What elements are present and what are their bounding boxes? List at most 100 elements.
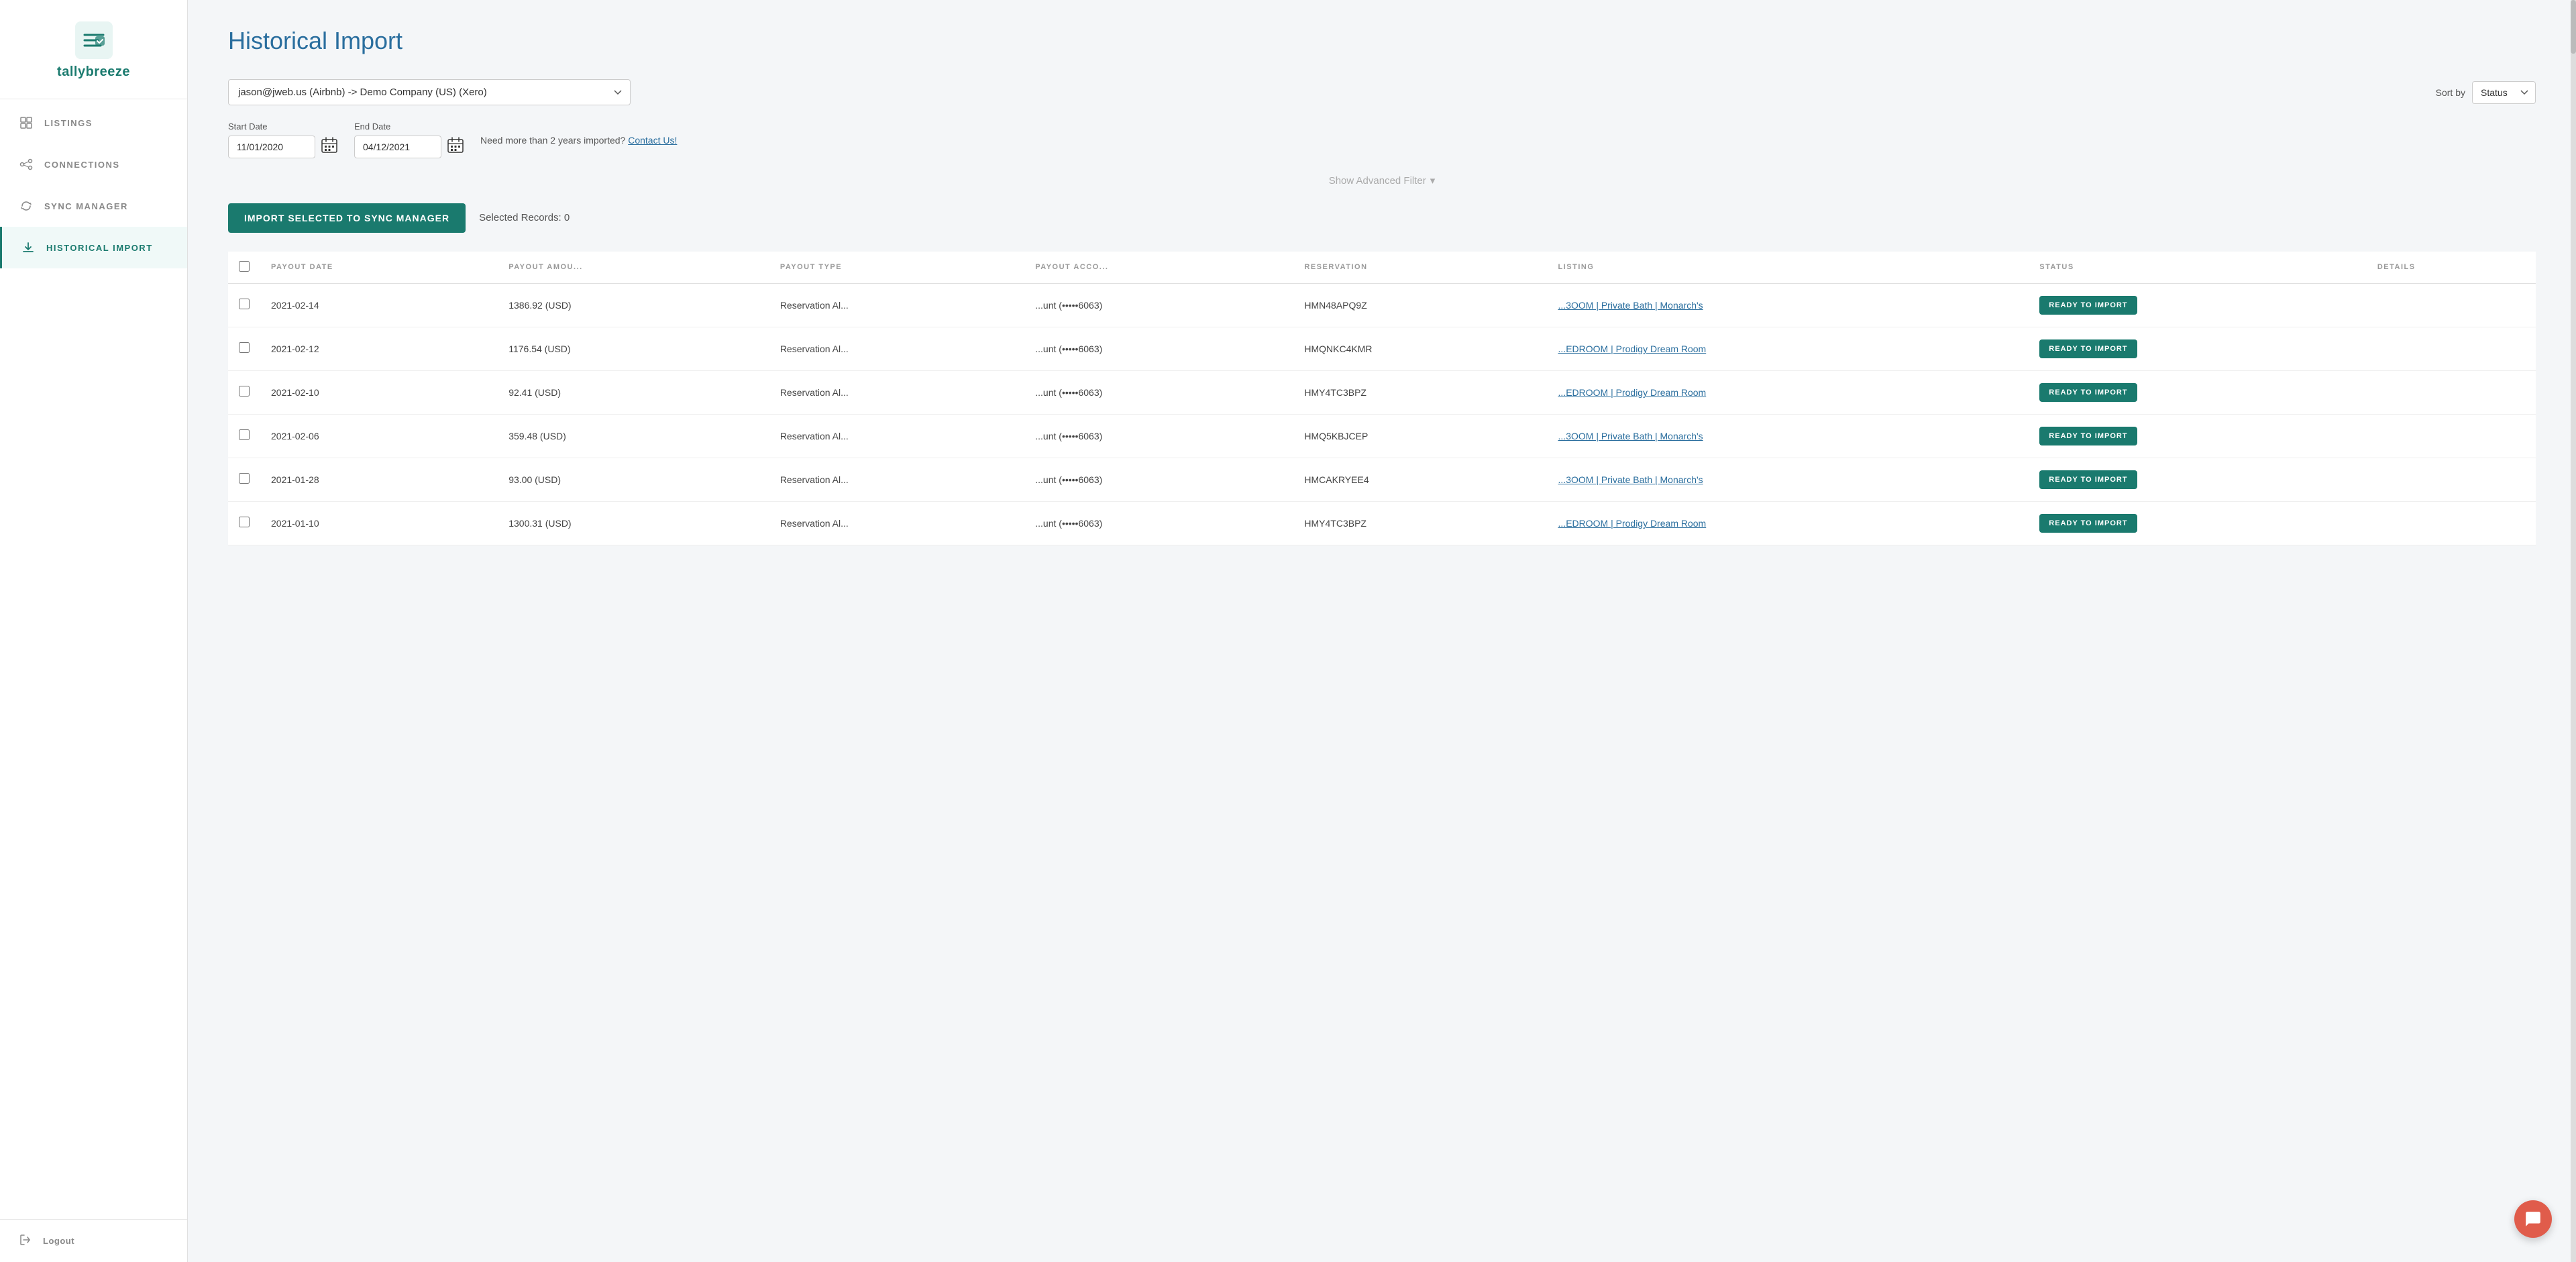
row-checkbox-cell [228,283,260,327]
details-cell [2367,283,2536,327]
start-date-group: Start Date [228,121,338,158]
row-checkbox-3[interactable] [239,429,250,440]
sidebar-item-historical-import-label: HISTORICAL IMPORT [46,243,153,253]
status-badge: READY TO IMPORT [2039,514,2137,533]
th-status: STATUS [2029,252,2367,284]
status-cell: READY TO IMPORT [2029,414,2367,458]
select-all-checkbox[interactable] [239,261,250,272]
date-row: Start Date [228,121,2536,158]
table-body: 2021-02-14 1386.92 (USD) Reservation Al.… [228,283,2536,545]
listing-link[interactable]: ...EDROOM | Prodigy Dream Room [1558,344,1707,354]
selected-records-label: Selected Records: 0 [479,212,570,223]
filter-bar: jason@jweb.us (Airbnb) -> Demo Company (… [228,79,2536,105]
row-checkbox-cell [228,458,260,501]
import-selected-button[interactable]: IMPORT SELECTED TO SYNC MANAGER [228,203,466,233]
reservation-cell: HMQNKC4KMR [1293,327,1547,370]
advanced-filter-chevron-icon: ▾ [1430,174,1436,187]
details-cell [2367,370,2536,414]
download-icon [21,240,36,255]
reservation-cell: HMN48APQ9Z [1293,283,1547,327]
payout-type-cell: Reservation Al... [769,501,1024,545]
selected-records-count: 0 [564,212,570,223]
payout-amount-cell: 1300.31 (USD) [498,501,769,545]
listing-link[interactable]: ...3OOM | Private Bath | Monarch's [1558,431,1703,441]
end-date-input[interactable] [354,136,441,158]
listing-cell: ...EDROOM | Prodigy Dream Room [1548,501,2029,545]
listing-cell: ...3OOM | Private Bath | Monarch's [1548,283,2029,327]
end-date-input-wrap [354,136,464,158]
contact-link[interactable]: Contact Us! [628,135,677,146]
payout-date-cell: 2021-01-10 [260,501,498,545]
sidebar-item-historical-import[interactable]: HISTORICAL IMPORT [0,227,187,268]
table-row: 2021-02-12 1176.54 (USD) Reservation Al.… [228,327,2536,370]
logo-icon [75,21,113,59]
advanced-filter-button[interactable]: Show Advanced Filter ▾ [1329,174,1436,187]
sidebar-bottom: Logout [0,1219,187,1262]
listing-link[interactable]: ...3OOM | Private Bath | Monarch's [1558,474,1703,485]
start-date-input[interactable] [228,136,315,158]
chat-button[interactable] [2514,1200,2552,1238]
payout-amount-cell: 1386.92 (USD) [498,283,769,327]
payout-amount-cell: 359.48 (USD) [498,414,769,458]
listing-link[interactable]: ...EDROOM | Prodigy Dream Room [1558,387,1707,398]
row-checkbox-5[interactable] [239,517,250,527]
listing-cell: ...EDROOM | Prodigy Dream Room [1548,327,2029,370]
payout-amount-cell: 93.00 (USD) [498,458,769,501]
sidebar-item-connections[interactable]: CONNECTIONS [0,144,187,185]
listing-link[interactable]: ...3OOM | Private Bath | Monarch's [1558,300,1703,311]
start-date-input-wrap [228,136,338,158]
logout-item[interactable]: Logout [0,1220,187,1262]
logout-label: Logout [43,1236,74,1246]
th-payout-account: PAYOUT ACCO... [1024,252,1293,284]
details-cell [2367,501,2536,545]
start-date-calendar-button[interactable] [321,136,338,158]
connections-icon [19,157,34,172]
payout-date-cell: 2021-02-10 [260,370,498,414]
payout-type-cell: Reservation Al... [769,283,1024,327]
reservation-cell: HMQ5KBJCEP [1293,414,1547,458]
payout-amount-cell: 92.41 (USD) [498,370,769,414]
payout-type-cell: Reservation Al... [769,458,1024,501]
scrollbar-thumb[interactable] [2571,0,2576,54]
listing-cell: ...3OOM | Private Bath | Monarch's [1548,458,2029,501]
scrollbar-track [2571,0,2576,1262]
payout-account-cell: ...unt (•••••6063) [1024,327,1293,370]
sort-area: Sort by StatusDateAmount [2436,81,2536,104]
row-checkbox-cell [228,370,260,414]
listing-link[interactable]: ...EDROOM | Prodigy Dream Room [1558,518,1707,529]
listing-cell: ...3OOM | Private Bath | Monarch's [1548,414,2029,458]
sidebar-item-sync-manager[interactable]: SYNC MANAGER [0,185,187,227]
sort-select[interactable]: StatusDateAmount [2472,81,2536,104]
row-checkbox-2[interactable] [239,386,250,397]
row-checkbox-0[interactable] [239,299,250,309]
status-cell: READY TO IMPORT [2029,283,2367,327]
th-payout-date: PAYOUT DATE [260,252,498,284]
row-checkbox-4[interactable] [239,473,250,484]
status-badge: READY TO IMPORT [2039,470,2137,489]
th-checkbox [228,252,260,284]
table-row: 2021-02-06 359.48 (USD) Reservation Al..… [228,414,2536,458]
end-date-calendar-button[interactable] [447,136,464,158]
payout-type-cell: Reservation Al... [769,327,1024,370]
details-cell [2367,458,2536,501]
row-checkbox-1[interactable] [239,342,250,353]
table-row: 2021-01-10 1300.31 (USD) Reservation Al.… [228,501,2536,545]
sidebar-item-connections-label: CONNECTIONS [44,160,120,170]
payout-account-cell: ...unt (•••••6063) [1024,501,1293,545]
payout-date-cell: 2021-02-12 [260,327,498,370]
sidebar-item-sync-manager-label: SYNC MANAGER [44,201,128,211]
reservation-cell: HMCAKRYEE4 [1293,458,1547,501]
row-checkbox-cell [228,501,260,545]
th-details: DETAILS [2367,252,2536,284]
details-cell [2367,327,2536,370]
logo-text: tallybreeze [57,64,130,80]
page-title: Historical Import [228,27,2536,55]
sidebar-item-listings[interactable]: LISTINGS [0,102,187,144]
connection-select[interactable]: jason@jweb.us (Airbnb) -> Demo Company (… [228,79,631,105]
payout-date-cell: 2021-02-14 [260,283,498,327]
th-listing: LISTING [1548,252,2029,284]
status-cell: READY TO IMPORT [2029,327,2367,370]
logo-area: tallybreeze [0,0,187,96]
status-cell: READY TO IMPORT [2029,370,2367,414]
payout-amount-cell: 1176.54 (USD) [498,327,769,370]
